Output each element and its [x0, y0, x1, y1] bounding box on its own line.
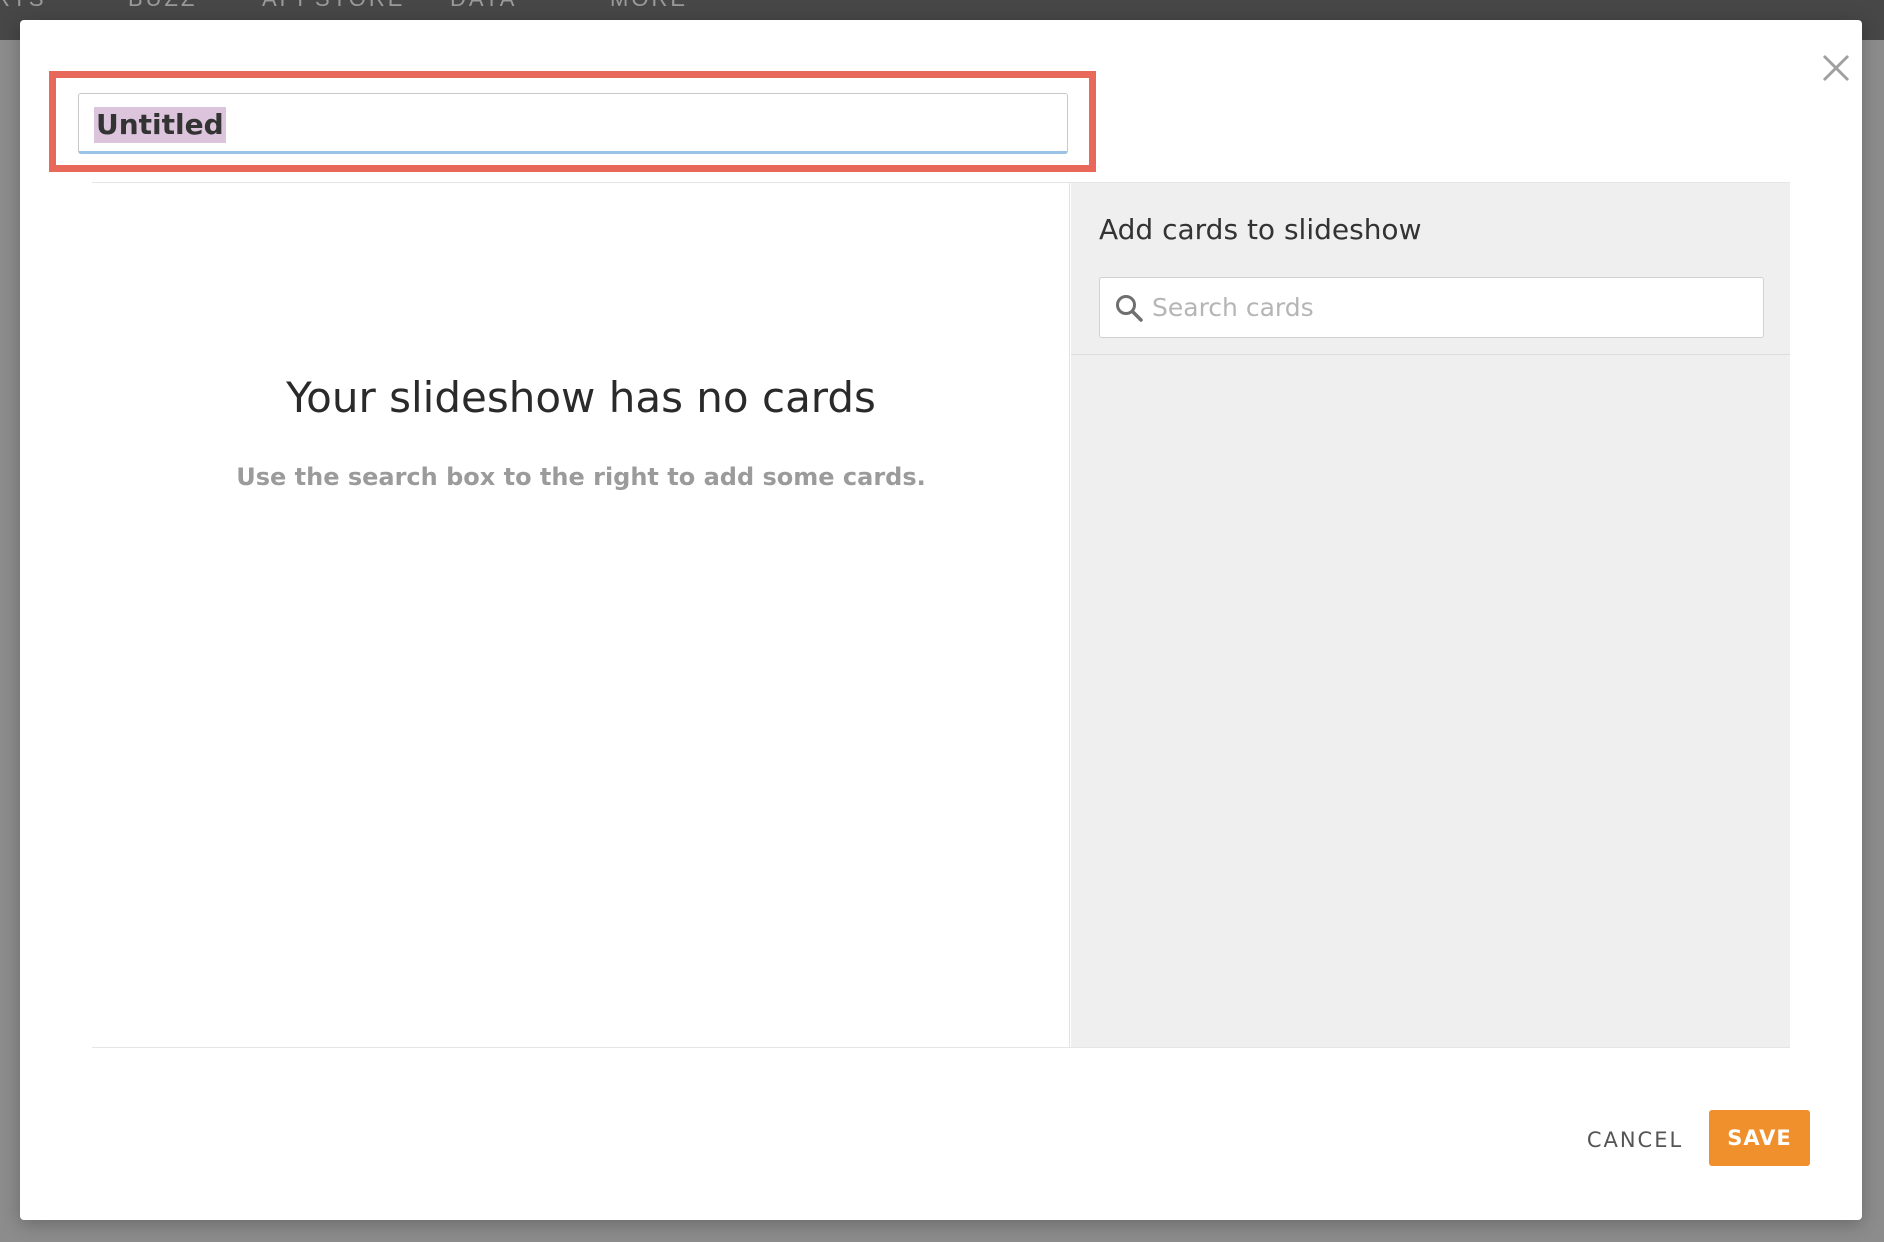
- nav-item-buzz[interactable]: BUZZ: [128, 0, 197, 12]
- nav-item-data[interactable]: DATA: [450, 0, 517, 12]
- empty-state-title: Your slideshow has no cards: [286, 373, 876, 422]
- add-cards-panel: Add cards to slideshow: [1071, 183, 1790, 1047]
- modal-content: Your slideshow has no cards Use the sear…: [92, 182, 1790, 1048]
- nav-item-appstore[interactable]: APPSTORE: [262, 0, 405, 12]
- nav-item-more[interactable]: MORE: [610, 0, 688, 12]
- add-cards-header: Add cards to slideshow: [1071, 183, 1790, 355]
- slideshow-modal: Untitled Your slideshow has no cards Use…: [20, 20, 1862, 1220]
- empty-state-subtitle: Use the search box to the right to add s…: [236, 463, 926, 491]
- search-cards-input[interactable]: [1152, 278, 1752, 337]
- search-box[interactable]: [1099, 277, 1764, 338]
- save-button[interactable]: SAVE: [1709, 1110, 1810, 1166]
- slideshow-preview-pane: Your slideshow has no cards Use the sear…: [92, 183, 1070, 1047]
- title-selected-text: Untitled: [94, 107, 226, 143]
- slideshow-title-input[interactable]: Untitled: [78, 93, 1068, 154]
- search-icon: [1114, 293, 1144, 323]
- close-icon[interactable]: [1816, 48, 1856, 88]
- cancel-button[interactable]: CANCEL: [1574, 1112, 1696, 1168]
- nav-item-reports[interactable]: RTS: [0, 0, 47, 12]
- add-cards-heading: Add cards to slideshow: [1099, 213, 1422, 246]
